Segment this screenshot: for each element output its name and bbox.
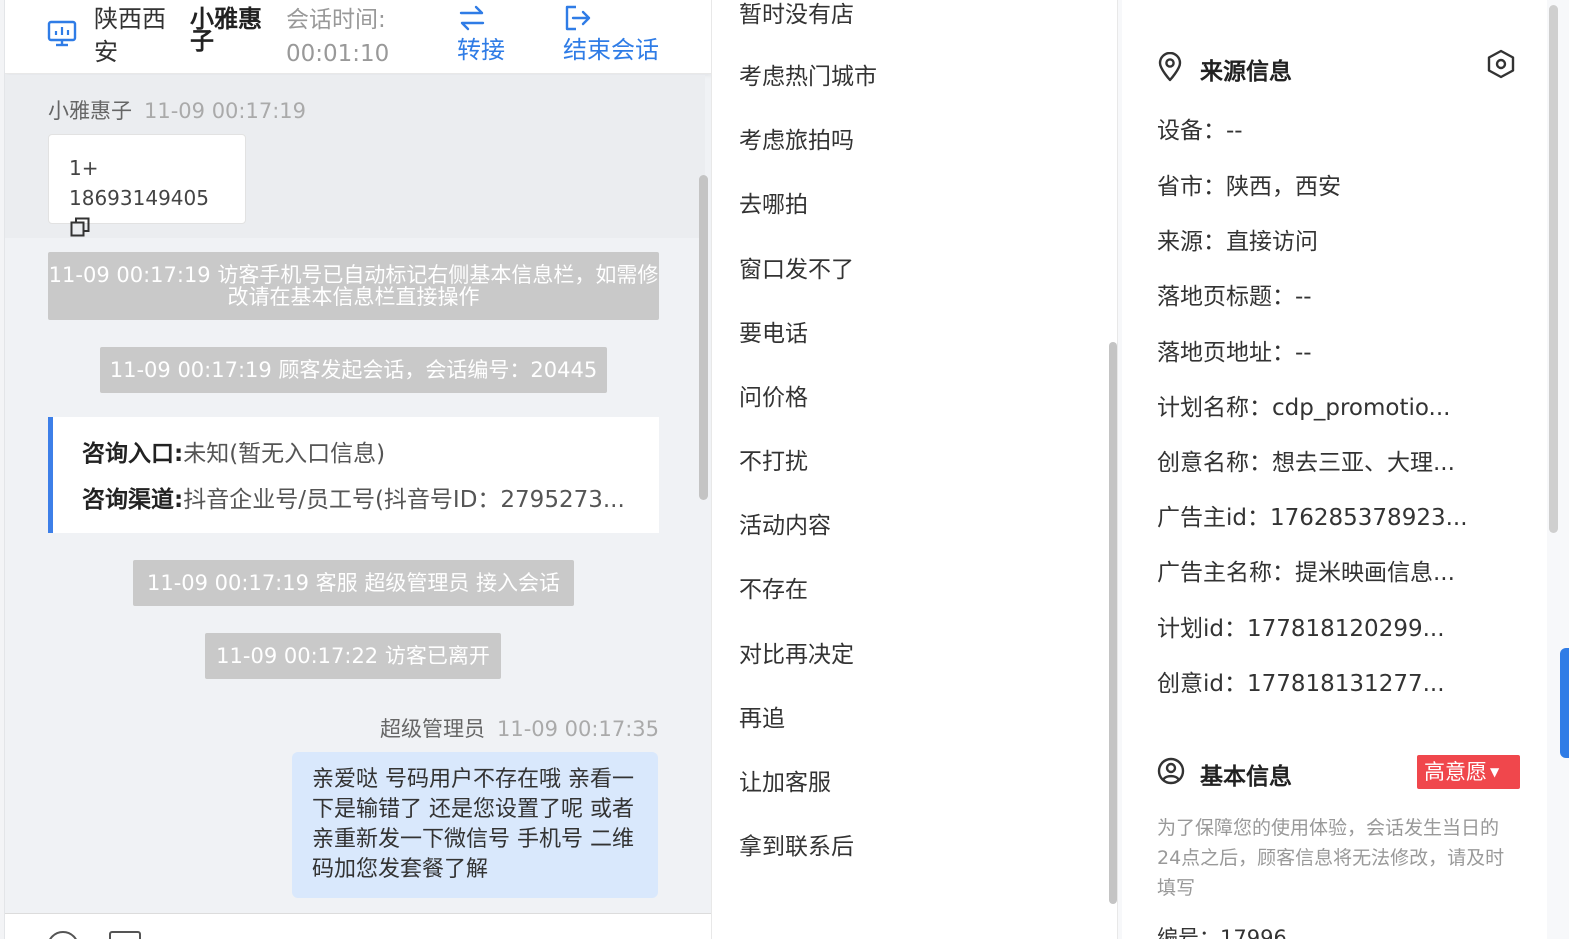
monitor-icon xyxy=(47,20,77,48)
consult-entry-value: 未知(暂无入口信息) xyxy=(183,441,386,467)
source-section-title: 来源信息 xyxy=(1200,59,1292,85)
quick-reply-item[interactable]: 窗口发不了 xyxy=(739,255,854,285)
end-session-button[interactable]: 结束会话 xyxy=(563,0,659,67)
source-info-row: 计划名称：cdp_promotio... xyxy=(1157,395,1451,421)
source-info-row: 广告主名称：提米映画信息... xyxy=(1157,560,1455,586)
source-info-row: 来源：直接访问 xyxy=(1157,229,1318,255)
edit-notice: 为了保障您的使用体验，会话发生当日的24点之后，顾客信息将无法修改，请及时填写 xyxy=(1157,817,1505,899)
session-time-value: 00:01:10 xyxy=(286,41,390,67)
user-circle-icon xyxy=(1157,757,1185,789)
visitor-time: 11-09 00:17:19 xyxy=(144,99,307,123)
quick-reply-item[interactable]: 考虑旅拍吗 xyxy=(739,126,854,156)
system-message: 11-09 00:17:19 顾客发起会话，会话编号：20445 xyxy=(100,347,607,393)
chat-input-toolbar xyxy=(5,913,711,939)
system-message: 11-09 00:17:19 客服 超级管理员 接入会话 xyxy=(133,560,574,606)
source-info-row: 省市：陕西，西安 xyxy=(1157,174,1341,200)
intent-level-label: 高意愿 xyxy=(1424,760,1487,784)
quick-reply-item[interactable]: 不存在 xyxy=(739,575,808,605)
end-session-label: 结束会话 xyxy=(563,36,659,64)
consult-entry-label: 咨询入口: xyxy=(82,441,184,467)
visitor-sender: 小雅惠子 xyxy=(48,99,132,123)
phone-number: 18693149405 xyxy=(69,186,209,210)
quick-reply-panel: 暂时没有店 考虑热门城市 考虑旅拍吗 去哪拍 窗口发不了 要电话 问价格 不打扰… xyxy=(711,0,1118,939)
quick-reply-item[interactable]: 活动内容 xyxy=(739,511,831,541)
quick-reply-item[interactable]: 拿到联系后 xyxy=(739,832,854,862)
caret-down-icon: ▼ xyxy=(1490,765,1500,779)
chat-scrollbar[interactable] xyxy=(699,175,708,500)
session-time-label: 会话时间: xyxy=(286,7,386,33)
info-scrollbar[interactable] xyxy=(1549,5,1558,533)
system-message: 11-09 00:17:19 访客手机号已自动标记右侧基本信息栏，如需修改请在基… xyxy=(48,252,659,320)
consult-channel-label: 咨询渠道: xyxy=(82,487,184,513)
consult-info-card: 咨询入口:未知(暂无入口信息) 咨询渠道:抖音企业号/员工号(抖音号ID：279… xyxy=(48,417,659,533)
source-info-row: 创意id：177818131277... xyxy=(1157,671,1445,697)
intent-level-dropdown[interactable]: 高意愿 ▼ xyxy=(1417,755,1520,789)
transfer-button[interactable]: 转接 xyxy=(457,0,505,67)
quick-reply-item[interactable]: 再追 xyxy=(739,704,785,734)
location-pin-icon xyxy=(1157,51,1183,86)
chat-header: 陕西西安 小雅惠子 会话时间: 00:01:10 转接 结束会话 xyxy=(5,0,711,74)
settings-icon[interactable] xyxy=(1486,49,1516,83)
customer-name: 小雅惠子 xyxy=(190,5,262,55)
quick-reply-item[interactable]: 问价格 xyxy=(739,383,808,413)
quick-reply-item[interactable]: 暂时没有店 xyxy=(739,0,854,30)
quick-reply-item[interactable]: 考虑热门城市 xyxy=(739,62,877,92)
quick-reply-item[interactable]: 对比再决定 xyxy=(739,640,854,670)
source-info-row: 广告主id：176285378923... xyxy=(1157,505,1468,531)
customer-info-panel: 来源信息 设备：-- 省市：陕西，西安 来源：直接访问 落地页标题：-- 落地页… xyxy=(1118,0,1569,939)
emoji-icon[interactable] xyxy=(47,931,79,939)
info-content: 来源信息 设备：-- 省市：陕西，西安 来源：直接访问 落地页标题：-- 落地页… xyxy=(1122,0,1547,939)
basic-info-section-title: 基本信息 xyxy=(1200,764,1292,790)
source-info-row: 落地页标题：-- xyxy=(1157,284,1312,310)
agent-message-bubble: 亲爱哒 号码用户不存在哦 亲看一下是输错了 还是您设置了呢 或者亲重新发一下微信… xyxy=(292,752,658,898)
consult-channel-row: 咨询渠道:抖音企业号/员工号(抖音号ID：2795273... xyxy=(82,477,659,523)
side-drawer-handle[interactable] xyxy=(1560,648,1569,758)
phone-message-card: 1+ 18693149405 xyxy=(48,134,246,237)
quick-reply-item[interactable]: 要电话 xyxy=(739,319,808,349)
chat-panel: 陕西西安 小雅惠子 会话时间: 00:01:10 转接 结束会话 小雅惠子 11… xyxy=(4,0,711,939)
image-icon[interactable] xyxy=(109,931,141,939)
quick-reply-item[interactable]: 不打扰 xyxy=(739,447,808,477)
transfer-icon xyxy=(457,4,505,32)
visitor-location: 陕西西安 xyxy=(94,5,166,66)
quick-reply-scrollbar[interactable] xyxy=(1109,342,1117,904)
system-message: 11-09 00:17:22 访客已离开 xyxy=(205,633,501,679)
agent-sender: 超级管理员 xyxy=(379,717,485,741)
source-info-row: 设备：-- xyxy=(1157,118,1243,144)
visitor-message-block: 小雅惠子 11-09 00:17:19 1+ 18693149405 xyxy=(5,75,705,238)
agent-time: 11-09 00:17:35 xyxy=(496,717,659,741)
visitor-message-meta: 小雅惠子 11-09 00:17:19 xyxy=(48,95,306,125)
message-list: 小雅惠子 11-09 00:17:19 1+ 18693149405 11-09… xyxy=(5,75,711,913)
agent-message-meta: 超级管理员 11-09 00:17:35 xyxy=(380,713,659,743)
source-info-row: 创意名称：想去三亚、大理... xyxy=(1157,450,1455,476)
quick-reply-item[interactable]: 去哪拍 xyxy=(739,190,808,220)
copy-icon[interactable] xyxy=(70,215,90,245)
consult-entry-row: 咨询入口:未知(暂无入口信息) xyxy=(82,431,659,477)
source-info-row: 计划id：177818120299... xyxy=(1157,616,1445,642)
customer-id-row: 编号：17996 xyxy=(1157,926,1287,939)
exit-icon xyxy=(563,4,659,32)
app-root: 陕西西安 小雅惠子 会话时间: 00:01:10 转接 结束会话 小雅惠子 11… xyxy=(0,0,1569,939)
phone-prefix: 1+ xyxy=(69,156,99,180)
consult-channel-value: 抖音企业号/员工号(抖音号ID：2795273... xyxy=(183,487,625,513)
source-info-row: 落地页地址：-- xyxy=(1157,340,1312,366)
transfer-label: 转接 xyxy=(457,36,505,64)
quick-reply-item[interactable]: 让加客服 xyxy=(739,768,831,798)
